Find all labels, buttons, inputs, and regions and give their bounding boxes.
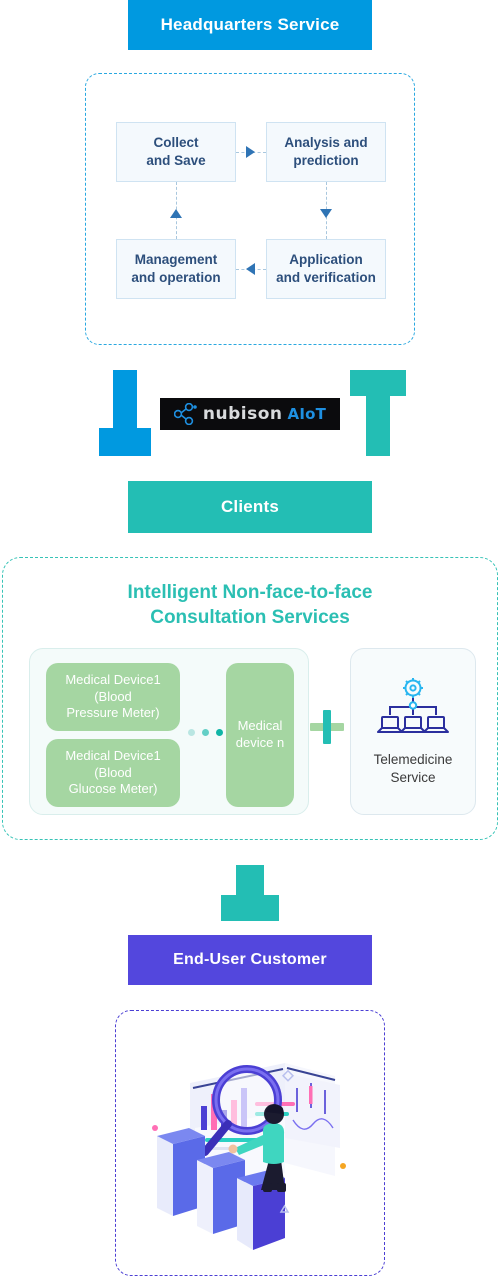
flow-box-management-and-operation: Management and operation — [116, 239, 236, 299]
headquarters-cycle-panel: Collect and Save Analysis and prediction M… — [85, 73, 415, 345]
arrow-left-icon — [246, 263, 255, 275]
plus-combine-icon — [310, 710, 344, 744]
arrow-down-block-icon-enduser — [221, 865, 279, 921]
data-analysis-magnifier-illustration — [152, 1063, 346, 1250]
medical-device-n: Medical device n — [226, 663, 294, 807]
ellipsis-dots — [188, 729, 223, 736]
logo-suffix-text: AIoT — [287, 405, 327, 423]
end-user-customer-label: End-User Customer — [173, 951, 327, 968]
arrow-up-icon — [170, 209, 182, 218]
flow-box-collect-and-save: Collect and Save — [116, 122, 236, 182]
clients-label: Clients — [220, 497, 280, 516]
gear-laptops-network-icon — [377, 677, 449, 733]
arrow-up-block-icon — [350, 370, 406, 456]
flow-box-application-and-verification: Application and verification — [266, 239, 386, 299]
molecule-nodes-icon — [173, 403, 197, 425]
dot-2-icon — [202, 729, 209, 736]
headquarters-service-label: Headquarters Service — [160, 15, 340, 34]
clients-bar: Clients — [128, 481, 372, 533]
telemedicine-service-card: Telemedicine Service — [350, 648, 476, 815]
flow-box-analysis-and-prediction: Analysis and prediction — [266, 122, 386, 182]
dot-3-icon — [216, 729, 223, 736]
medical-device-blood-pressure: Medical Device1 (Blood Pressure Meter) — [46, 663, 180, 731]
logo-wordmark-text: nubison — [202, 404, 283, 424]
medical-device-blood-glucose: Medical Device1 (Blood Glucose Meter) — [46, 739, 180, 807]
dot-1-icon — [188, 729, 195, 736]
nubison-aiot-logo: nubison AIoT — [160, 398, 340, 430]
telemedicine-service-label: Telemedicine Service — [373, 751, 453, 785]
arrow-right-icon — [246, 146, 255, 158]
consultation-services-title: Intelligent Non-face-to-face Consultation… — [127, 582, 373, 628]
headquarters-service-bar: Headquarters Service — [128, 0, 372, 50]
arrow-down-icon — [320, 209, 332, 218]
illustration-panel — [115, 1010, 385, 1276]
consultation-services-panel: Intelligent Non-face-to-face Consultation… — [2, 557, 498, 840]
arrow-down-block-icon — [99, 370, 151, 456]
medical-devices-card: Medical Device1 (Blood Pressure Meter) Med… — [29, 648, 309, 815]
end-user-customer-bar: End-User Customer — [128, 935, 372, 985]
plus-vertical-bar — [323, 710, 331, 744]
